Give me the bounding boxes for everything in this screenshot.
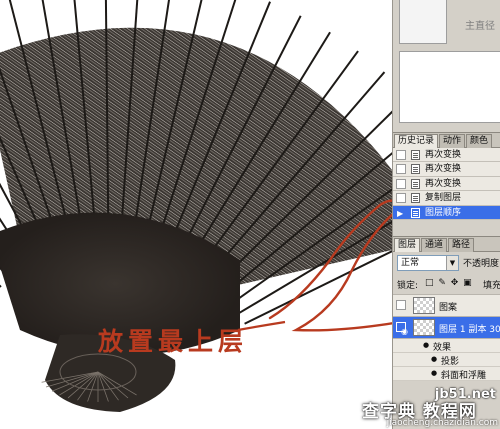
folding-fan-artwork <box>0 0 392 412</box>
eye-icon[interactable]: ● <box>431 355 437 363</box>
eye-icon[interactable]: ● <box>431 369 437 377</box>
eye-icon[interactable]: ● <box>423 341 429 349</box>
tab-history[interactable]: 历史记录 <box>394 134 439 148</box>
effect-label: 投影 <box>441 357 460 367</box>
effect-row[interactable]: ● 斜面和浮雕 <box>393 367 500 381</box>
document-icon <box>411 193 420 204</box>
opacity-label: 不透明度: <box>463 259 500 269</box>
history-step-label: 图层顺序 <box>425 207 462 218</box>
history-step-label: 再次变换 <box>425 164 462 175</box>
navigator-label: 主直径 <box>465 21 495 32</box>
visibility-toggle[interactable]: ◉ <box>396 322 408 336</box>
document-icon <box>411 178 420 189</box>
watermark-url: jiaocheng.chazidian.com <box>386 418 498 428</box>
blend-mode-select[interactable]: 正常 ▼ <box>397 255 459 271</box>
history-brush-checkbox[interactable] <box>396 164 406 175</box>
history-step[interactable]: 再次变换 <box>393 148 500 163</box>
lock-options-icons[interactable]: □ ✎ ✥ ▣ <box>425 278 473 288</box>
history-brush-checkbox[interactable] <box>396 193 406 204</box>
history-state-marker-icon: ▶ <box>397 208 404 218</box>
layer-name: 图案 <box>439 303 458 313</box>
layers-tabbar: 图层 通道 路径 <box>393 237 500 252</box>
layer-row[interactable]: 图案 <box>393 295 500 317</box>
history-step-label: 再次变换 <box>425 150 462 160</box>
history-brush-checkbox[interactable] <box>396 178 406 189</box>
tab-channels[interactable]: 通道 <box>421 238 448 252</box>
history-brush-checkbox[interactable] <box>396 150 406 160</box>
effect-row[interactable]: ● 投影 <box>393 353 500 367</box>
navigator-preview[interactable] <box>399 51 500 123</box>
annotation-text: 放置最上层 <box>98 327 249 356</box>
document-icon <box>411 150 420 160</box>
history-panel: 历史记录 动作 颜色 再次变换 再次变换 再次变换 复制图层 ▶ 图层顺序 <box>393 132 500 232</box>
tab-paths[interactable]: 路径 <box>448 238 475 252</box>
eye-icon: ◉ <box>401 327 408 336</box>
chevron-down-icon[interactable]: ▼ <box>446 256 458 270</box>
tab-color[interactable]: 颜色 <box>466 134 493 148</box>
tab-layers[interactable]: 图层 <box>394 238 421 252</box>
effects-group-row[interactable]: ● 效果 <box>393 339 500 353</box>
watermark: jb51.net 查字典 教程网 jiaocheng.chazidian.com <box>356 387 500 429</box>
history-step-selected[interactable]: ▶ 图层顺序 <box>393 205 500 220</box>
layer-thumbnail <box>413 319 435 336</box>
history-step[interactable]: 再次变换 <box>393 162 500 177</box>
navigator-thumbnail[interactable] <box>399 0 447 44</box>
history-tabbar: 历史记录 动作 颜色 <box>393 133 500 148</box>
document-icon <box>411 207 420 218</box>
layer-name: 图层 1 副本 30 <box>439 325 500 335</box>
right-dock: 主直径 历史记录 动作 颜色 再次变换 再次变换 再次变换 复制图层 ▶ 图层顺… <box>392 0 500 429</box>
lock-row: 锁定: □ ✎ ✥ ▣ 填充 <box>393 275 500 295</box>
history-step[interactable]: 复制图层 <box>393 191 500 206</box>
layer-thumbnail <box>413 297 435 314</box>
visibility-toggle[interactable] <box>396 300 406 310</box>
history-step-label: 复制图层 <box>425 193 462 204</box>
document-icon <box>411 164 420 175</box>
navigator-panel: 主直径 <box>393 0 500 132</box>
layer-row-selected[interactable]: ◉ 图层 1 副本 30 <box>393 317 500 339</box>
history-step[interactable]: 再次变换 <box>393 176 500 192</box>
effects-label: 效果 <box>433 343 452 353</box>
history-step-label: 再次变换 <box>425 178 462 189</box>
blend-mode-value: 正常 <box>401 258 420 268</box>
document-canvas[interactable]: 放置最上层 <box>0 0 392 429</box>
effect-label: 斜面和浮雕 <box>441 371 487 381</box>
fill-label: 填充 <box>483 281 500 291</box>
tab-actions[interactable]: 动作 <box>439 134 466 148</box>
blend-row: 正常 ▼ 不透明度: <box>393 255 500 275</box>
lock-label: 锁定: <box>397 281 419 291</box>
